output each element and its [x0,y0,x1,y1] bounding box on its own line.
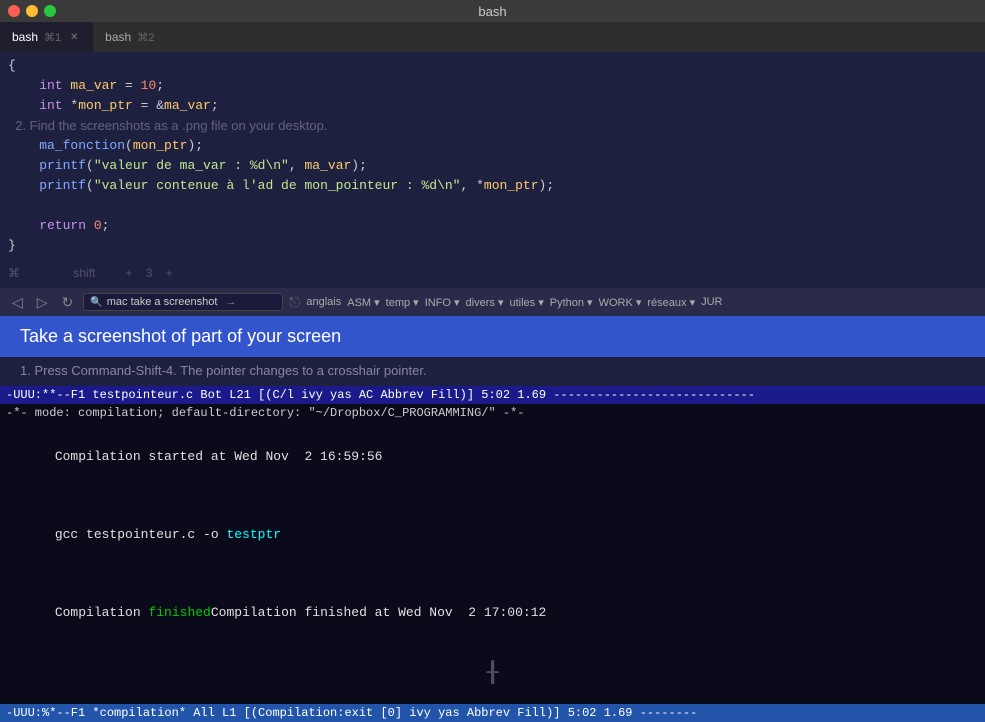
bookmark-work[interactable]: WORK ▾ [599,296,642,309]
kb-hint-bar: ⌘ shift + 3 + [0,258,985,288]
code-line-brace-open: { [0,56,985,76]
highlight-bar: Take a screenshot of part of your screen [0,316,985,357]
main-content: { int ma_var = 10 ; int * mon_ptr = & ma… [0,52,985,722]
kw-int2: int [8,96,63,116]
emacs-header: -*- mode: compilation; default-directory… [0,404,985,422]
cursor-cross-icon: ╂ [486,659,498,691]
kw-int: int [8,76,63,96]
code-line-brace-close: } [0,236,985,256]
traffic-lights [0,5,56,17]
num-10: 10 [141,76,157,96]
search-text: mac take a screenshot [107,296,218,308]
var-monptr2: mon_ptr [133,136,188,156]
tab-label-2: bash [105,30,131,44]
search-bar[interactable]: 🔍 mac take a screenshot → [83,293,283,311]
mode-line-bottom-text: -UUU:%*--F1 *compilation* All L1 [(Compi… [6,706,697,720]
code-line-printf2: printf ( "valeur contenue à l'ad de mon_… [0,176,985,196]
tab-label-1: bash [12,30,38,44]
code-line-return: return 0 ; [0,216,985,236]
mode-line-top-text: -UUU:**--F1 testpointeur.c Bot L21 [(C/l… [6,388,755,402]
comp-line-gcc: gcc testpointeur.c -o testptr [8,504,977,566]
var-monptr3: mon_ptr [484,176,539,196]
browser-forward[interactable]: ▷ [33,292,52,313]
mode-line-top: -UUU:**--F1 testpointeur.c Bot L21 [(C/l… [0,386,985,404]
kb-hint-text: ⌘ shift + 3 + [8,266,173,280]
str-printf1: "valeur de ma_var : %d\n" [94,156,289,176]
compilation-area: Compilation started at Wed Nov 2 16:59:5… [0,422,985,704]
window-title: bash [478,4,506,19]
mode-line-bottom: -UUU:%*--F1 *compilation* All L1 [(Compi… [0,704,985,722]
tab-bash-2[interactable]: bash ⌘2 [93,22,166,52]
search-arrow: → [225,296,236,308]
cursor-graphic-area: ╂ [8,645,977,704]
fn-printf1: printf [8,156,86,176]
browser-refresh[interactable]: ↻ [58,292,78,313]
step1-text: 1. Press Command-Shift-4. The pointer ch… [20,361,965,382]
search-icon: 🔍 [90,297,102,308]
browser-back[interactable]: ◁ [8,292,27,313]
comp-line-blank [8,488,977,504]
tab-bar: bash ⌘1 ✕ bash ⌘2 [0,22,985,52]
var-monptr: mon_ptr [78,96,133,116]
code-line-mavar: int ma_var = 10 ; [0,76,985,96]
bookmark-info[interactable]: INFO ▾ [425,296,460,309]
info-section: 1. Press Command-Shift-4. The pointer ch… [0,357,985,386]
tab-shortcut-2: ⌘2 [137,31,154,44]
bookmark-divers[interactable]: divers ▾ [466,296,504,309]
share-icon: ⎋ [289,294,300,311]
comp-line-blank2 [8,567,977,583]
tab-bash-1[interactable]: bash ⌘1 ✕ [0,22,93,52]
comp-testptr: testptr [226,527,281,542]
bookmark-asm[interactable]: ASM ▾ [347,296,379,309]
bookmark-python[interactable]: Python ▾ [550,296,593,309]
code-line-blank [0,196,985,216]
str-printf2: "valeur contenue à l'ad de mon_pointeur … [94,176,461,196]
emacs-header-text: -*- mode: compilation; default-directory… [6,406,524,420]
minimize-button[interactable] [26,5,38,17]
code-line-monptr: int * mon_ptr = & ma_var ; [0,96,985,116]
bookmark-anglais[interactable]: anglais [306,296,341,308]
bookmark-jur[interactable]: JUR [701,296,722,308]
close-button[interactable] [8,5,20,17]
tab-close-1[interactable]: ✕ [67,30,81,44]
code-line-printf1: printf ( "valeur de ma_var : %d\n" , ma_… [0,156,985,176]
kw-return: return [8,216,86,236]
hint-line-2: 2. Find the screenshots as a .png file o… [0,116,985,136]
maximize-button[interactable] [44,5,56,17]
var-mavar3: ma_var [304,156,351,176]
var-mavar: ma_var [70,76,117,96]
code-line-fonction: ma_fonction ( mon_ptr ); [0,136,985,156]
fn-printf2: printf [8,176,86,196]
code-editor: { int ma_var = 10 ; int * mon_ptr = & ma… [0,52,985,258]
title-bar: bash [0,0,985,22]
comp-finished: finished [148,605,210,620]
tab-shortcut-1: ⌘1 [44,31,61,44]
fn-mafonction: ma_fonction [8,136,125,156]
bookmark-reseaux[interactable]: réseaux ▾ [647,296,695,309]
num-zero: 0 [94,216,102,236]
comp-line-1: Compilation started at Wed Nov 2 16:59:5… [8,426,977,488]
comp-line-finished: Compilation finishedCompilation finished… [8,583,977,645]
bookmark-temp[interactable]: temp ▾ [386,296,419,309]
highlight-text: Take a screenshot of part of your screen [20,326,341,346]
var-mavar2: ma_var [164,96,211,116]
browser-bar: ◁ ▷ ↻ 🔍 mac take a screenshot → ⎋ anglai… [0,288,985,316]
bookmark-utiles[interactable]: utiles ▾ [509,296,543,309]
